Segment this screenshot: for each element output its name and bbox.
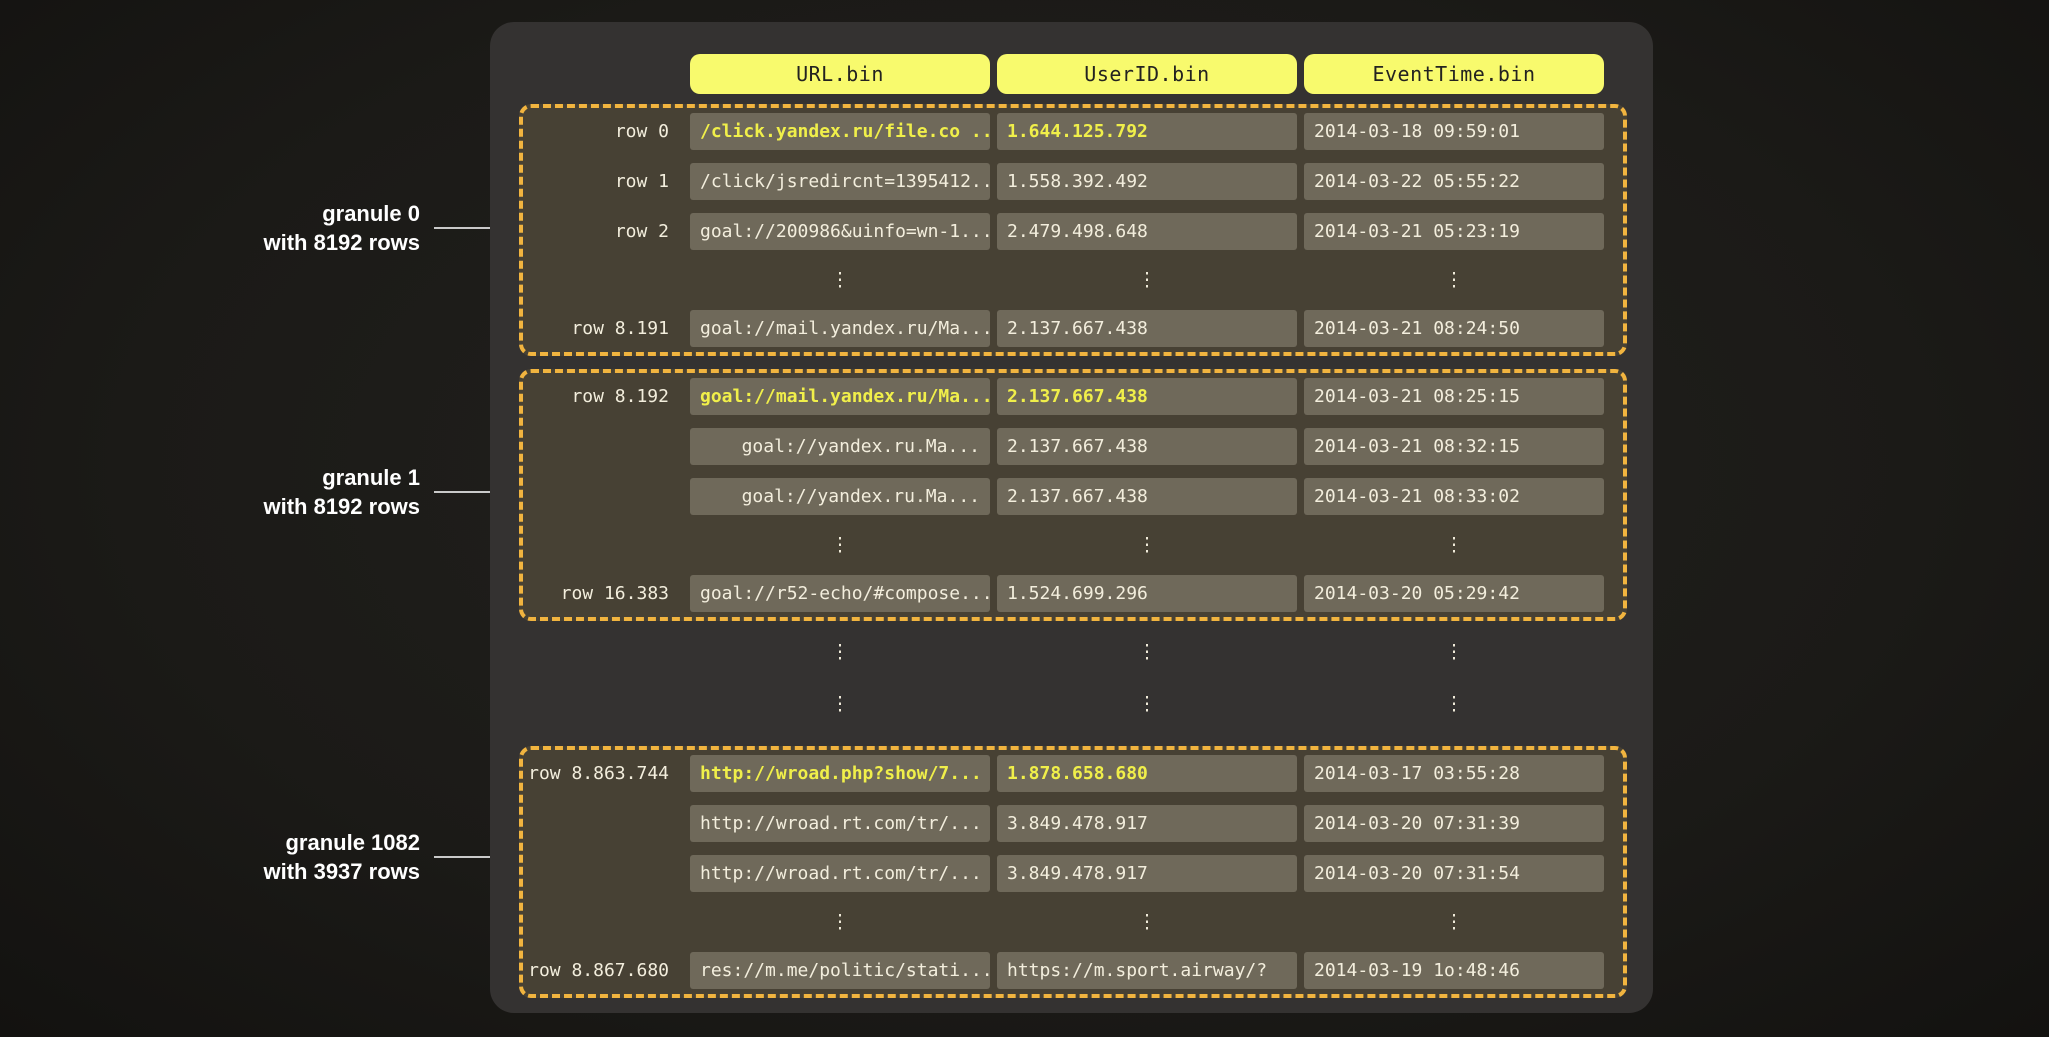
granule-1-label-group: granule 1 with 8192 rows	[140, 463, 508, 521]
ellipsis-marker: ⋮	[1304, 269, 1604, 291]
ellipsis-marker: ⋮	[690, 534, 990, 556]
ellipsis-marker: ⋮	[1304, 911, 1604, 933]
ellipsis-marker: ⋮	[997, 641, 1297, 663]
userid-cell: 2.137.667.438	[997, 378, 1297, 415]
table-row: row 8.192 goal://mail.yandex.ru/Ma... 2.…	[523, 378, 1623, 415]
table-row: goal://yandex.ru.Ma... 2.137.667.438 201…	[523, 428, 1623, 465]
skipped-granules-ellipsis-row: ⋮ ⋮ ⋮	[523, 635, 1653, 669]
table-row: http://wroad.rt.com/tr/... 3.849.478.917…	[523, 855, 1623, 892]
ellipsis-marker: ⋮	[690, 269, 990, 291]
userid-cell: 2.137.667.438	[997, 478, 1297, 515]
ellipsis-row: ⋮ ⋮ ⋮	[523, 905, 1623, 939]
row-label: row 16.383	[523, 583, 683, 604]
eventtime-cell: 2014-03-20 07:31:39	[1304, 805, 1604, 842]
eventtime-cell: 2014-03-20 07:31:54	[1304, 855, 1604, 892]
url-cell: goal://r52-echo/#compose...	[690, 575, 990, 612]
granule-1082-box: row 8.863.744 http://wroad.php?show/7...…	[519, 746, 1627, 998]
url-cell: goal://mail.yandex.ru/Ma...	[690, 310, 990, 347]
ellipsis-marker: ⋮	[1304, 641, 1604, 663]
row-label: row 8.191	[523, 318, 683, 339]
table-row: row 8.863.744 http://wroad.php?show/7...…	[523, 755, 1623, 792]
url-cell: goal://200986&uinfo=wn-1...	[690, 213, 990, 250]
url-cell: res://m.me/politic/stati...	[690, 952, 990, 989]
table-row: http://wroad.rt.com/tr/... 3.849.478.917…	[523, 805, 1623, 842]
granule-1-box: row 8.192 goal://mail.yandex.ru/Ma... 2.…	[519, 369, 1627, 621]
ellipsis-marker: ⋮	[997, 269, 1297, 291]
granule-1082-label: granule 1082 with 3937 rows	[140, 828, 420, 886]
userid-cell: 1.644.125.792	[997, 113, 1297, 150]
ellipsis-row: ⋮ ⋮ ⋮	[523, 528, 1623, 562]
row-label: row 8.867.680	[523, 960, 683, 981]
url-cell: goal://yandex.ru.Ma...	[690, 428, 990, 465]
userid-cell: 2.137.667.438	[997, 310, 1297, 347]
url-cell: goal://mail.yandex.ru/Ma...	[690, 378, 990, 415]
row-label: row 8.192	[523, 386, 683, 407]
userid-cell: 1.524.699.296	[997, 575, 1297, 612]
skipped-granules-ellipsis-row: ⋮ ⋮ ⋮	[523, 687, 1653, 721]
eventtime-cell: 2014-03-21 08:33:02	[1304, 478, 1604, 515]
ellipsis-marker: ⋮	[997, 911, 1297, 933]
ellipsis-row: ⋮ ⋮ ⋮	[523, 263, 1623, 297]
url-cell: http://wroad.rt.com/tr/...	[690, 805, 990, 842]
table-row: row 0 /click.yandex.ru/file.co ... 1.644…	[523, 113, 1623, 150]
granule-1-label: granule 1 with 8192 rows	[140, 463, 420, 521]
granule-1082-label-line2: with 3937 rows	[140, 857, 420, 886]
userid-cell: 2.479.498.648	[997, 213, 1297, 250]
table-row: goal://yandex.ru.Ma... 2.137.667.438 201…	[523, 478, 1623, 515]
column-header-eventtime-bin: EventTime.bin	[1304, 54, 1604, 94]
row-label: row 8.863.744	[523, 763, 683, 784]
userid-cell: 3.849.478.917	[997, 855, 1297, 892]
granule-1-label-line2: with 8192 rows	[140, 492, 420, 521]
row-label: row 0	[523, 121, 683, 142]
eventtime-cell: 2014-03-20 05:29:42	[1304, 575, 1604, 612]
column-header-row: URL.bin UserID.bin EventTime.bin	[523, 54, 1653, 94]
url-cell: /click.yandex.ru/file.co ...	[690, 113, 990, 150]
ellipsis-marker: ⋮	[690, 911, 990, 933]
eventtime-cell: 2014-03-21 08:25:15	[1304, 378, 1604, 415]
url-cell: /click/jsredircnt=1395412...	[690, 163, 990, 200]
column-header-userid-bin: UserID.bin	[997, 54, 1297, 94]
granule-1082-label-group: granule 1082 with 3937 rows	[140, 828, 508, 886]
granule-1-label-line1: granule 1	[140, 463, 420, 492]
eventtime-cell: 2014-03-21 05:23:19	[1304, 213, 1604, 250]
userid-cell: 1.558.392.492	[997, 163, 1297, 200]
row-label: row 2	[523, 221, 683, 242]
ellipsis-marker: ⋮	[997, 693, 1297, 715]
column-header-url-bin: URL.bin	[690, 54, 990, 94]
eventtime-cell: 2014-03-22 05:55:22	[1304, 163, 1604, 200]
table-row: row 2 goal://200986&uinfo=wn-1... 2.479.…	[523, 213, 1623, 250]
table-row: row 8.867.680 res://m.me/politic/stati..…	[523, 952, 1623, 989]
granule-0-label-group: granule 0 with 8192 rows	[140, 199, 508, 257]
userid-cell: 3.849.478.917	[997, 805, 1297, 842]
url-cell: http://wroad.php?show/7...	[690, 755, 990, 792]
table-row: row 1 /click/jsredircnt=1395412... 1.558…	[523, 163, 1623, 200]
table-row: row 16.383 goal://r52-echo/#compose... 1…	[523, 575, 1623, 612]
url-cell: goal://yandex.ru.Ma...	[690, 478, 990, 515]
url-cell: http://wroad.rt.com/tr/...	[690, 855, 990, 892]
eventtime-cell: 2014-03-21 08:32:15	[1304, 428, 1604, 465]
ellipsis-marker: ⋮	[1304, 693, 1604, 715]
eventtime-cell: 2014-03-18 09:59:01	[1304, 113, 1604, 150]
eventtime-cell: 2014-03-17 03:55:28	[1304, 755, 1604, 792]
granule-0-label: granule 0 with 8192 rows	[140, 199, 420, 257]
eventtime-cell: 2014-03-19 1o:48:46	[1304, 952, 1604, 989]
userid-cell: 2.137.667.438	[997, 428, 1297, 465]
granule-0-label-line2: with 8192 rows	[140, 228, 420, 257]
ellipsis-marker: ⋮	[690, 693, 990, 715]
granule-0-label-line1: granule 0	[140, 199, 420, 228]
userid-cell: https://m.sport.airway/?	[997, 952, 1297, 989]
ellipsis-marker: ⋮	[1304, 534, 1604, 556]
eventtime-cell: 2014-03-21 08:24:50	[1304, 310, 1604, 347]
table-row: row 8.191 goal://mail.yandex.ru/Ma... 2.…	[523, 310, 1623, 347]
granule-0-box: row 0 /click.yandex.ru/file.co ... 1.644…	[519, 104, 1627, 356]
ellipsis-marker: ⋮	[690, 641, 990, 663]
userid-cell: 1.878.658.680	[997, 755, 1297, 792]
table-panel: URL.bin UserID.bin EventTime.bin row 0 /…	[490, 22, 1653, 1013]
row-label: row 1	[523, 171, 683, 192]
granule-1082-label-line1: granule 1082	[140, 828, 420, 857]
ellipsis-marker: ⋮	[997, 534, 1297, 556]
page-background: { "ellipsis": "⋮", "colors": { "page_bg"…	[0, 0, 2049, 1037]
